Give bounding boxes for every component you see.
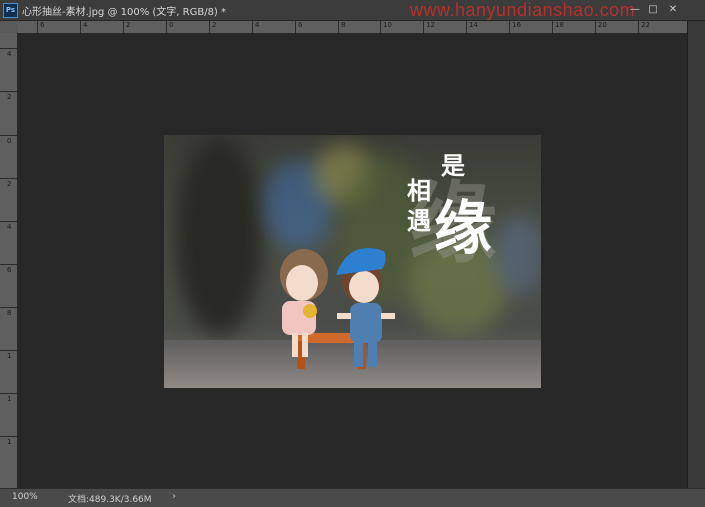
hruler-label: 14 xyxy=(469,21,478,29)
hruler-label: 20 xyxy=(598,21,607,29)
vruler-label: 2 xyxy=(7,180,12,188)
hruler-label: 6 xyxy=(40,21,45,29)
document-title: 心形抽丝-素材.jpg @ 100% (文字, RGB/8) * xyxy=(22,7,227,18)
text-yu: 遇 xyxy=(407,207,431,235)
watermark-text: www.hanyundianshao.com xyxy=(410,0,636,20)
hruler-label: 10 xyxy=(383,21,392,29)
vruler-label: 6 xyxy=(7,266,12,274)
hruler-label: 16 xyxy=(512,21,521,29)
vertical-scrollbar[interactable] xyxy=(688,21,705,488)
vruler-label: 4 xyxy=(7,50,12,58)
maximize-button[interactable]: □ xyxy=(646,4,660,16)
vruler-label: 1 xyxy=(7,352,12,360)
vruler-label: 1 xyxy=(7,438,12,446)
hruler-label: 18 xyxy=(555,21,564,29)
ruler-corner[interactable] xyxy=(0,21,18,33)
vruler-label: 1 xyxy=(7,395,12,403)
horizontal-ruler[interactable]: 6 4 2 0 2 4 6 8 10 12 14 16 18 20 22 xyxy=(18,21,687,34)
document-info: 文档:489.3K/3.66M xyxy=(68,495,152,505)
vruler-label: 8 xyxy=(7,309,12,317)
document-title-bar[interactable]: Ps 心形抽丝-素材.jpg @ 100% (文字, RGB/8) * www.… xyxy=(0,0,705,21)
text-shi: 是 xyxy=(441,152,465,180)
text-yuan: 缘 xyxy=(434,194,493,262)
document-image[interactable]: 缘 是 相 遇 缘 xyxy=(164,135,541,388)
hruler-label: 12 xyxy=(426,21,435,29)
hruler-label: 2 xyxy=(126,21,131,29)
vruler-label: 2 xyxy=(7,93,12,101)
hruler-label: 8 xyxy=(341,21,346,29)
status-bar: 100% 文档:489.3K/3.66M › xyxy=(0,488,705,507)
status-menu-arrow-icon[interactable]: › xyxy=(172,491,176,502)
close-button[interactable]: ✕ xyxy=(666,4,680,16)
vruler-label: 0 xyxy=(7,137,12,145)
zoom-level[interactable]: 100% xyxy=(12,492,38,502)
vertical-ruler[interactable]: 4 2 0 2 4 6 8 1 1 1 xyxy=(0,33,18,488)
hruler-label: 6 xyxy=(298,21,303,29)
photoshop-app-icon: Ps xyxy=(3,3,18,18)
hruler-label: 4 xyxy=(255,21,260,29)
minimize-button[interactable]: — xyxy=(628,4,642,16)
hruler-label: 4 xyxy=(83,21,88,29)
vruler-label: 4 xyxy=(7,223,12,231)
hruler-label: 0 xyxy=(169,21,174,29)
hruler-label: 22 xyxy=(641,21,650,29)
hruler-label: 2 xyxy=(212,21,217,29)
